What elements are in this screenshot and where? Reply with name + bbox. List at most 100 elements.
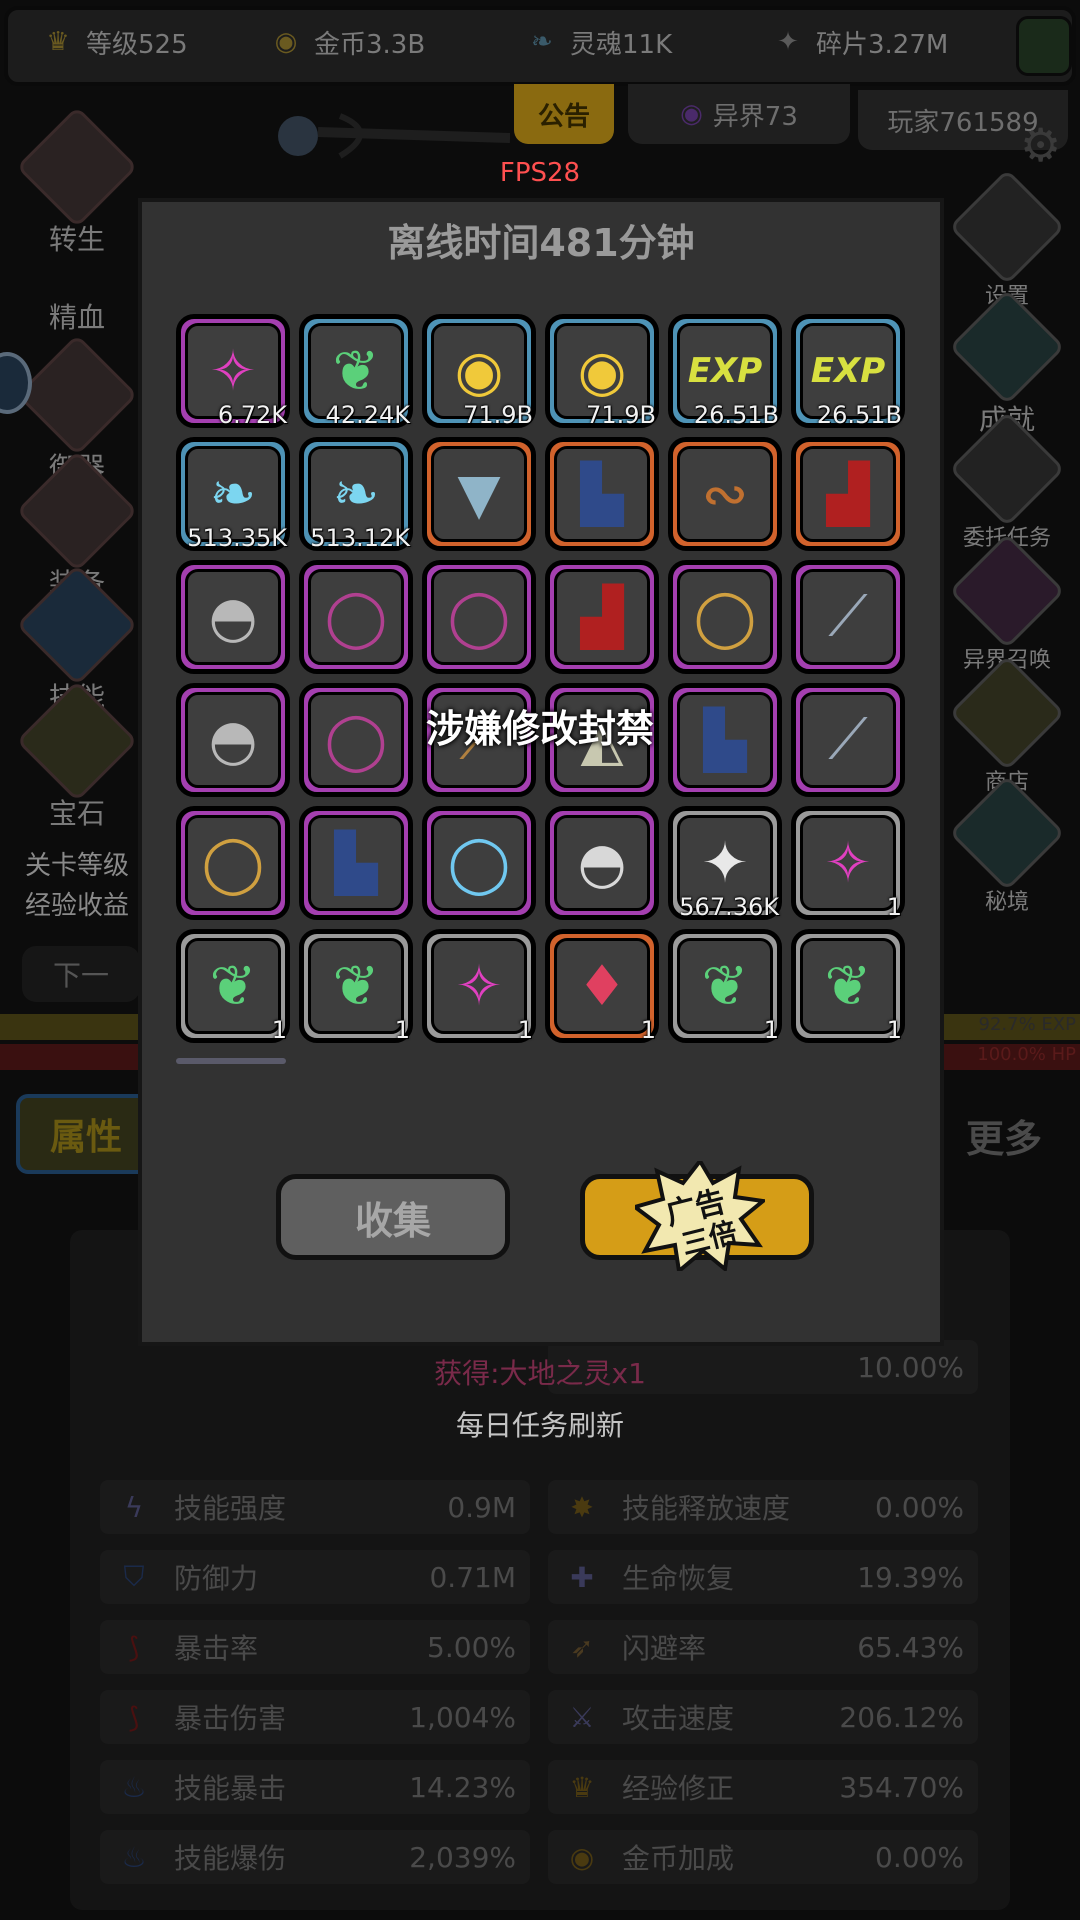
- item-count: 6.72K: [217, 401, 287, 429]
- item-count: 1: [517, 1016, 533, 1044]
- reward-slot[interactable]: ❦ 1: [176, 929, 290, 1044]
- green-spirit-icon: ❦: [800, 938, 896, 1034]
- reward-slot[interactable]: ◯: [422, 560, 536, 674]
- tab-more[interactable]: 更多: [944, 1100, 1064, 1170]
- speed-gauge-icon[interactable]: [1016, 16, 1072, 76]
- stat-name: 暴击率: [174, 1632, 259, 1665]
- lightning-icon: ϟ: [124, 1490, 144, 1524]
- left-menu-blood[interactable]: 精血: [12, 240, 142, 336]
- item-count: 71.9B: [586, 401, 656, 429]
- collect-button[interactable]: 收集: [276, 1174, 510, 1260]
- tab-more-label: 更多: [965, 1116, 1042, 1161]
- reward-slot[interactable]: ▟: [545, 560, 659, 674]
- commission-icon: [949, 411, 1065, 527]
- stage-level-label: 关卡等级: [24, 851, 129, 881]
- red-shoe-icon: ▟: [554, 569, 650, 665]
- item-count: 1: [886, 1016, 902, 1044]
- item-count: 71.9B: [463, 401, 533, 429]
- stat-value: 354.70%: [839, 1770, 964, 1804]
- stat-row: ϟ 技能强度 0.9M: [100, 1480, 530, 1534]
- reward-slot[interactable]: ◓: [545, 806, 659, 920]
- fps-counter: FPS28: [499, 158, 581, 188]
- staff-weapon-icon: [270, 96, 511, 166]
- red-shoe-icon: ▟: [800, 446, 896, 542]
- coin-icon: ◉: [274, 27, 298, 57]
- daily-refresh-toast: 每日任务刷新: [455, 1409, 624, 1442]
- boot-icon: ▙: [308, 815, 404, 911]
- armor-icon: ▼: [431, 446, 527, 542]
- stat-row: ♛ 经验修正 354.70%: [548, 1760, 978, 1814]
- stat-row: ✸ 技能释放速度 0.00%: [548, 1480, 978, 1534]
- reward-slot[interactable]: ❧ 513.12K: [299, 437, 413, 552]
- reward-slot[interactable]: ▼: [422, 437, 536, 551]
- weapon-icon: [16, 334, 138, 456]
- necklace-icon: ∾: [677, 446, 773, 542]
- reward-slot[interactable]: ◉ 71.9B: [422, 314, 536, 429]
- reward-grid[interactable]: ✧ 6.72K ❦ 42.24K ◉ 71.9B ◉ 71.9B EXP 26.51B EXP 26.…: [176, 314, 916, 1058]
- item-count: 26.51B: [693, 401, 779, 429]
- exp-crown-icon: ♛: [569, 1770, 595, 1804]
- skill-icon: [16, 564, 138, 686]
- reward-slot[interactable]: ❦ 1: [668, 929, 782, 1044]
- reward-slot[interactable]: ▟: [791, 437, 905, 551]
- item-count: 513.12K: [310, 524, 410, 552]
- reward-slot[interactable]: ◉ 71.9B: [545, 314, 659, 429]
- reward-slot[interactable]: ◯: [668, 560, 782, 674]
- reward-slot[interactable]: ▙: [299, 806, 413, 920]
- item-count: 1: [763, 1016, 779, 1044]
- stat-row: ✚ 生命恢复 19.39%: [548, 1550, 978, 1604]
- ring-icon: ◯: [185, 815, 281, 911]
- shard-resource: ✦ 碎片3.27M: [770, 22, 948, 62]
- tab-attributes[interactable]: 属性: [16, 1094, 156, 1174]
- stat-value: 0.9M: [447, 1490, 516, 1524]
- reward-slot[interactable]: ◯: [299, 560, 413, 674]
- reward-slot[interactable]: ♦ 1: [545, 929, 659, 1044]
- reward-slot[interactable]: ▙: [545, 437, 659, 551]
- left-menu-rebirth[interactable]: 转生: [12, 106, 142, 258]
- item-count: 1: [640, 1016, 656, 1044]
- regen-icon: ✚: [570, 1560, 594, 1594]
- tab-otherworld[interactable]: ◉ 异界73: [628, 84, 850, 144]
- stat-value: 206.12%: [839, 1700, 964, 1734]
- right-menu-summon[interactable]: 异界召唤: [942, 533, 1072, 674]
- sword-icon: ⟋: [800, 569, 896, 665]
- item-count: 1: [394, 1016, 410, 1044]
- reward-slot[interactable]: ∾: [668, 437, 782, 551]
- reward-slot[interactable]: ◓: [176, 560, 290, 674]
- crit-rate-icon: ⟆: [128, 1630, 140, 1664]
- exp-gain-label: 经验收益: [24, 891, 129, 921]
- dodge-icon: ➶: [570, 1630, 594, 1664]
- reward-slot[interactable]: EXP 26.51B: [668, 314, 782, 429]
- reward-slot[interactable]: ✧ 1: [422, 929, 536, 1044]
- gold-label: 金币3.3B: [314, 29, 426, 60]
- reward-slot[interactable]: ❦ 1: [791, 929, 905, 1044]
- reward-slot[interactable]: ✧ 1: [791, 806, 905, 921]
- reward-slot[interactable]: ◯: [176, 806, 290, 920]
- reward-slot[interactable]: ⟋: [791, 560, 905, 674]
- stat-value: 0.71M: [429, 1560, 516, 1594]
- item-count: 567.36K: [679, 893, 779, 921]
- right-menu-settings[interactable]: 设置: [942, 169, 1072, 310]
- level-resource: ♛ 等级525: [40, 22, 187, 62]
- ad-triple-button[interactable]: 广告 三倍: [580, 1161, 814, 1271]
- reward-slot[interactable]: ✦ 567.36K: [668, 806, 782, 921]
- cast-speed-icon: ✸: [570, 1490, 594, 1524]
- reward-slot[interactable]: ❦ 42.24K: [299, 314, 413, 429]
- next-stage-button[interactable]: 下一: [22, 946, 140, 1002]
- right-menu-secret-realm[interactable]: 秘境: [942, 775, 1072, 916]
- next-row-peek: [176, 1058, 286, 1064]
- shield-icon: ⛉: [123, 1560, 145, 1593]
- tab-notice-label: 公告: [537, 101, 590, 132]
- reward-slot[interactable]: ❦ 1: [299, 929, 413, 1044]
- stat-value: 0.00%: [875, 1840, 964, 1874]
- reward-slot[interactable]: ❧ 513.35K: [176, 437, 290, 552]
- stage-info: 关卡等级 经验收益: [14, 846, 140, 926]
- reward-slot[interactable]: ✧ 6.72K: [176, 314, 290, 429]
- reward-slot[interactable]: EXP 26.51B: [791, 314, 905, 429]
- reward-slot[interactable]: ◯: [422, 806, 536, 920]
- tab-notice[interactable]: 公告: [514, 84, 614, 144]
- right-menu-commission[interactable]: 委托任务: [942, 411, 1072, 552]
- collect-button-label: 收集: [354, 1198, 431, 1243]
- stat-row: ⚔ 攻击速度 206.12%: [548, 1690, 978, 1744]
- stat-name: 技能爆伤: [174, 1842, 287, 1875]
